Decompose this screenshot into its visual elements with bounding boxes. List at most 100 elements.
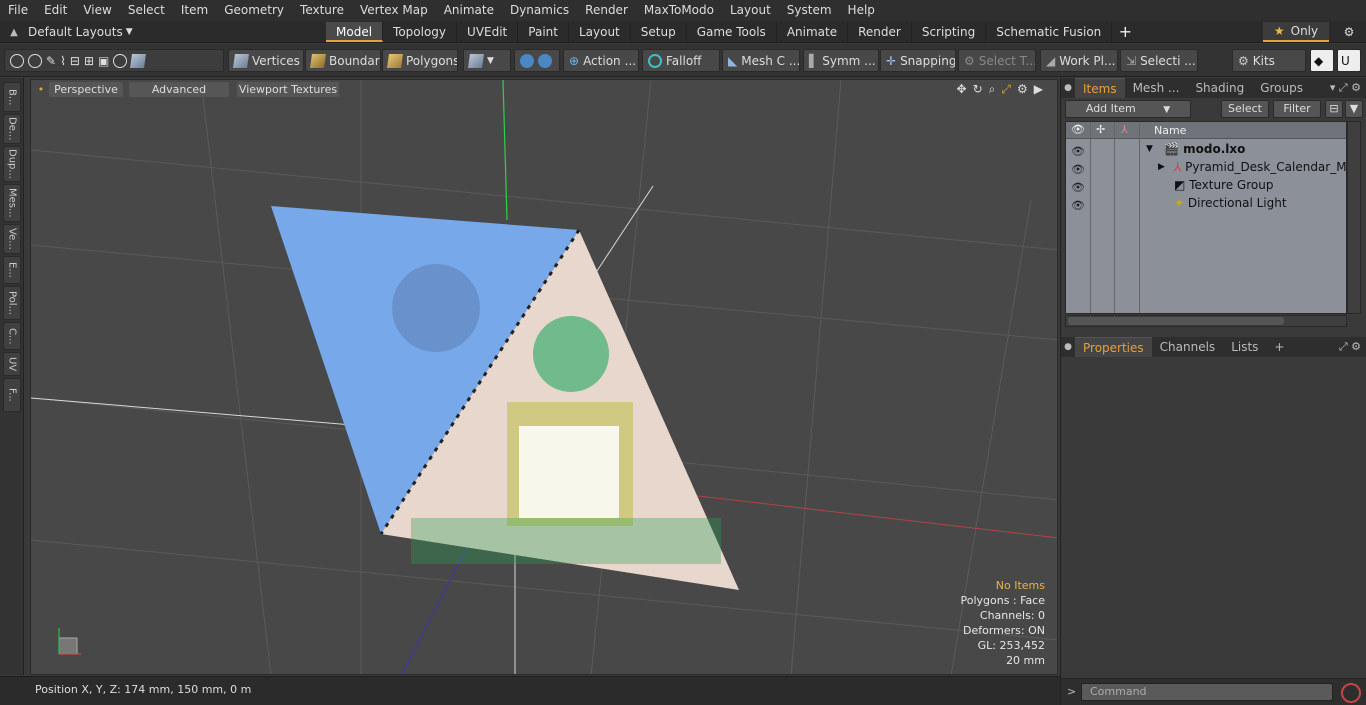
zoom-icon[interactable]: ⌕	[989, 82, 996, 97]
tree-vertical-scrollbar[interactable]	[1347, 121, 1361, 314]
material-mode-button[interactable]: ▼	[463, 49, 511, 72]
chevron-down-icon[interactable]: ▼	[126, 27, 133, 37]
pen-icon[interactable]: ✎	[46, 54, 56, 68]
tab-lists[interactable]: Lists	[1223, 337, 1266, 357]
menu-item-select[interactable]: Select	[120, 0, 173, 21]
collapse-icon[interactable]: ⊟	[1325, 100, 1343, 118]
tab-animate[interactable]: Animate	[776, 22, 849, 42]
funnel-icon[interactable]: ▼	[1345, 100, 1363, 118]
tab-items[interactable]: Items	[1075, 78, 1125, 98]
panel-options-icons[interactable]: ▾ ⤢ ⚙	[1330, 81, 1366, 95]
menu-item-view[interactable]: View	[75, 0, 119, 21]
side-tab-7[interactable]: C...	[3, 322, 21, 350]
tree-row-scene[interactable]: 👁 ▼ 🎬 modo.lxo	[1066, 140, 1346, 158]
boundary-button[interactable]: Boundary	[305, 49, 381, 72]
menu-item-texture[interactable]: Texture	[292, 0, 352, 21]
element-icon[interactable]: ▣	[98, 54, 109, 68]
panel-options-icons[interactable]: ⤢ ⚙	[1339, 340, 1366, 354]
menu-item-system[interactable]: System	[779, 0, 840, 21]
add-tab-icon[interactable]: +	[1266, 337, 1292, 357]
globe-icon[interactable]	[28, 53, 42, 68]
tab-topology[interactable]: Topology	[383, 22, 458, 42]
scroll-thumb[interactable]	[1068, 317, 1284, 325]
unity-icon[interactable]: ◆	[1310, 49, 1334, 72]
add-tab-icon[interactable]: +	[1112, 22, 1138, 42]
symmetry-icons[interactable]	[514, 49, 560, 72]
tab-uvedit[interactable]: UVEdit	[457, 22, 519, 42]
vertices-button[interactable]: Vertices	[228, 49, 304, 72]
align-icon[interactable]: ⊟	[70, 54, 80, 68]
mesh-constraint-button[interactable]: ◣ Mesh C ...	[722, 49, 800, 72]
add-item-button[interactable]: Add Item ▼	[1065, 100, 1191, 118]
record-icon[interactable]	[1341, 683, 1361, 703]
kits-button[interactable]: ⚙ Kits	[1232, 49, 1306, 72]
menu-item-dynamics[interactable]: Dynamics	[502, 0, 577, 21]
collapse-arrow-icon[interactable]: ▼	[1146, 140, 1153, 158]
tab-shading[interactable]: Shading	[1187, 78, 1252, 98]
side-tab-5[interactable]: E...	[3, 256, 21, 284]
orbit-icon[interactable]: ↻	[973, 82, 983, 97]
eye-icon[interactable]: 👁	[1071, 197, 1085, 215]
gear-icon[interactable]: ⚙	[1336, 22, 1362, 42]
tree-horizontal-scrollbar[interactable]	[1065, 315, 1347, 327]
3d-viewport[interactable]: • Perspective Advanced Viewport Textures…	[30, 79, 1058, 675]
menu-item-vertex-map[interactable]: Vertex Map	[352, 0, 436, 21]
tab-properties[interactable]: Properties	[1075, 337, 1152, 357]
menu-item-animate[interactable]: Animate	[436, 0, 502, 21]
tab-setup[interactable]: Setup	[630, 22, 687, 42]
falloff-button[interactable]: Falloff	[642, 49, 720, 72]
only-toggle[interactable]: ★ Only	[1263, 22, 1329, 42]
side-tab-3[interactable]: Mes...	[3, 184, 21, 222]
tab-mesh[interactable]: Mesh ...	[1125, 78, 1188, 98]
select-through-button[interactable]: ⚙ Select T...	[958, 49, 1036, 72]
tree-row-mesh[interactable]: 👁 ▶ ⅄ Pyramid_Desk_Calendar_Moc...	[1066, 158, 1346, 176]
menu-item-help[interactable]: Help	[840, 0, 883, 21]
item-mode-icon[interactable]	[130, 53, 147, 68]
panel-menu-icon[interactable]: ●	[1061, 342, 1075, 352]
snapping-button[interactable]: ✛ Snapping	[880, 49, 956, 72]
tab-groups[interactable]: Groups	[1252, 78, 1311, 98]
side-tab-2[interactable]: Dup...	[3, 146, 21, 182]
tab-schematic-fusion[interactable]: Schematic Fusion	[986, 22, 1113, 42]
action-button[interactable]: ⊕ Action...	[563, 49, 639, 72]
command-input[interactable]: Command	[1081, 683, 1333, 701]
tab-render[interactable]: Render	[848, 22, 912, 42]
selection-sets-button[interactable]: ⇲ Selecti ...	[1120, 49, 1198, 72]
brush-icon[interactable]: ⌇	[60, 54, 66, 68]
layouts-selector[interactable]: ▲ Default Layouts ▼	[0, 21, 133, 43]
expand-arrow-icon[interactable]: ▶	[1158, 158, 1165, 176]
tab-scripting[interactable]: Scripting	[911, 22, 987, 42]
tree-row-texture-group[interactable]: 👁 ◩ Texture Group	[1066, 176, 1346, 194]
viewport-menu-icon[interactable]: •	[35, 82, 47, 97]
circle-select-icon[interactable]	[10, 53, 24, 68]
perspective-button[interactable]: Perspective	[49, 82, 123, 97]
move-icon[interactable]: ✥	[957, 82, 967, 97]
advanced-button[interactable]: Advanced	[129, 82, 229, 97]
side-tab-9[interactable]: F...	[3, 378, 21, 412]
transform-icon[interactable]: ⊞	[84, 54, 94, 68]
gear-icon[interactable]: ⚙	[1017, 82, 1028, 97]
viewport-textures-button[interactable]: Viewport Textures	[237, 82, 339, 97]
rotate-icon[interactable]	[113, 53, 128, 68]
symmetry-button[interactable]: ▌ Symm ...	[803, 49, 879, 72]
work-plane-button[interactable]: ◢ Work Pl...	[1040, 49, 1118, 72]
expand-icon[interactable]: ▲	[0, 27, 28, 38]
menu-item-item[interactable]: Item	[173, 0, 216, 21]
side-tab-0[interactable]: B...	[3, 82, 21, 112]
side-tab-4[interactable]: Ve...	[3, 224, 21, 254]
menu-item-maxtomodo[interactable]: MaxToModo	[636, 0, 722, 21]
tab-layout[interactable]: Layout	[568, 22, 631, 42]
tree-row-light[interactable]: 👁 ✦ Directional Light	[1066, 194, 1346, 212]
tab-model[interactable]: Model	[326, 22, 384, 42]
menu-item-geometry[interactable]: Geometry	[216, 0, 292, 21]
filter-button[interactable]: Filter	[1273, 100, 1321, 118]
tab-channels[interactable]: Channels	[1152, 337, 1224, 357]
panel-menu-icon[interactable]: ●	[1061, 83, 1075, 93]
side-tab-8[interactable]: UV	[3, 352, 21, 376]
menu-item-layout[interactable]: Layout	[722, 0, 779, 21]
side-tab-6[interactable]: Pol...	[3, 286, 21, 320]
layouts-dropdown[interactable]: Default Layouts	[28, 25, 123, 39]
select-button[interactable]: Select	[1221, 100, 1269, 118]
side-tab-1[interactable]: De...	[3, 114, 21, 144]
menu-item-render[interactable]: Render	[577, 0, 636, 21]
